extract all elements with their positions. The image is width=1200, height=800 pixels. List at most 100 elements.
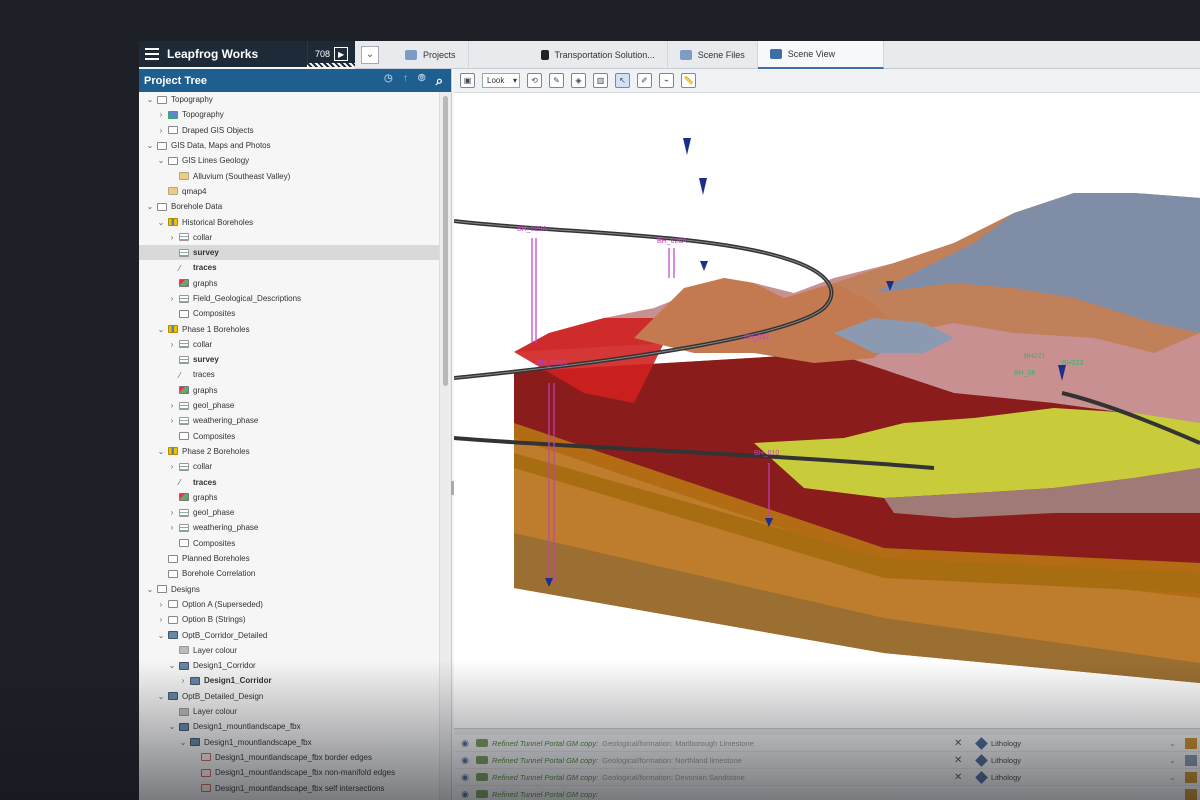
- chevron-down-icon[interactable]: ⌄: [167, 722, 177, 731]
- tree-item[interactable]: survey: [139, 352, 439, 367]
- chevron-right-icon[interactable]: ›: [167, 340, 177, 349]
- eye-icon[interactable]: ◉: [454, 738, 476, 749]
- tab-scene-view[interactable]: Scene View: [757, 41, 884, 69]
- play-icon[interactable]: ▶: [334, 47, 349, 61]
- rotate-icon[interactable]: ⟲: [527, 73, 542, 88]
- tree-item[interactable]: › collar: [139, 337, 439, 352]
- close-icon[interactable]: ✕: [954, 738, 962, 749]
- scene-settings-icon[interactable]: ▣: [460, 73, 475, 88]
- color-swatch[interactable]: [1185, 754, 1197, 766]
- chevron-down-icon[interactable]: ⌄: [156, 692, 166, 701]
- tree-item[interactable]: ⌄ Topography: [139, 92, 439, 107]
- shape-list-row[interactable]: ◉ Refined Tunnel Portal GM copy: Geologica…: [454, 752, 1200, 769]
- chevron-right-icon[interactable]: ›: [167, 294, 177, 303]
- property-dropdown[interactable]: Lithology: [975, 770, 1021, 784]
- tree-item[interactable]: › collar: [139, 459, 439, 474]
- filter-icon[interactable]: ⦾: [418, 73, 426, 89]
- eye-icon[interactable]: ◉: [454, 755, 476, 766]
- scene-divider[interactable]: [454, 728, 1200, 735]
- menu-icon[interactable]: [145, 48, 159, 60]
- tree-item[interactable]: Composites: [139, 306, 439, 321]
- shape-list-row[interactable]: ◉ Refined Tunnel Portal GM copy:: [454, 786, 1200, 800]
- tree-item[interactable]: ⁄ traces: [139, 260, 439, 275]
- tree-item[interactable]: › Option B (Strings): [139, 612, 439, 627]
- shape-list-row[interactable]: ◉ Refined Tunnel Portal GM copy: Geologica…: [454, 735, 1200, 752]
- property-dropdown[interactable]: Lithology: [975, 736, 1021, 750]
- borehole-label[interactable]: BH223: [1062, 360, 1084, 367]
- chevron-down-icon[interactable]: ⌄: [145, 585, 155, 594]
- borehole-label[interactable]: BH_029A: [517, 226, 547, 233]
- chevron-down-icon[interactable]: ⌄: [178, 738, 188, 747]
- tree-item[interactable]: › Draped GIS Objects: [139, 123, 439, 138]
- tree-item[interactable]: ⌄ GIS Lines Geology: [139, 153, 439, 168]
- tab-transportation-solution[interactable]: Transportation Solution...: [529, 41, 668, 69]
- search-icon[interactable]: ⌕: [436, 73, 443, 89]
- shape-list-row[interactable]: ◉ Refined Tunnel Portal GM copy: Geologica…: [454, 769, 1200, 786]
- tree-item[interactable]: ⌄ OptB_Corridor_Detailed: [139, 627, 439, 642]
- tree-item[interactable]: ⌄ Phase 2 Boreholes: [139, 444, 439, 459]
- draw-icon[interactable]: ✎: [549, 73, 564, 88]
- tree-item[interactable]: ⌄ GIS Data, Maps and Photos: [139, 138, 439, 153]
- tree-item[interactable]: Design1_mountlandscape_fbx self intersec…: [139, 780, 439, 795]
- tree-item[interactable]: › collar: [139, 230, 439, 245]
- tree-item[interactable]: Alluvium (Southeast Valley): [139, 168, 439, 183]
- tree-item[interactable]: Layer colour: [139, 704, 439, 719]
- chevron-down-icon[interactable]: ⌄: [145, 95, 155, 104]
- borehole-label[interactable]: BH_035A: [537, 360, 567, 367]
- tree-item[interactable]: Planned Boreholes: [139, 551, 439, 566]
- tree-item[interactable]: ⌄ Designs: [139, 582, 439, 597]
- chevron-right-icon[interactable]: ›: [167, 401, 177, 410]
- chevron-down-icon[interactable]: ⌄: [156, 631, 166, 640]
- chevron-down-icon[interactable]: ⌄: [1169, 739, 1176, 748]
- tree-item[interactable]: survey: [139, 244, 439, 261]
- chevron-right-icon[interactable]: ›: [167, 508, 177, 517]
- 3d-scene[interactable]: BH_029A BH_026A BH_035A BH_012 BH_010 BH…: [454, 93, 1200, 728]
- eye-icon[interactable]: ◉: [454, 789, 476, 800]
- chevron-right-icon[interactable]: ›: [156, 600, 166, 609]
- chevron-down-icon[interactable]: ⌄: [156, 218, 166, 227]
- tab-projects[interactable]: Projects: [393, 41, 469, 69]
- close-icon[interactable]: ✕: [954, 755, 962, 766]
- borehole-label[interactable]: BH221: [1024, 353, 1046, 360]
- tree-item[interactable]: ⌄ Historical Boreholes: [139, 214, 439, 229]
- tree-item[interactable]: Design1_mountlandscape_fbx border edges: [139, 750, 439, 765]
- chevron-right-icon[interactable]: ›: [156, 110, 166, 119]
- borehole-label[interactable]: BH_06: [1014, 370, 1036, 377]
- tree-item[interactable]: graphs: [139, 276, 439, 291]
- tree-item[interactable]: › weathering_phase: [139, 520, 439, 535]
- polyline-icon[interactable]: ⌁: [659, 73, 674, 88]
- chevron-down-icon[interactable]: ⌄: [145, 141, 155, 150]
- tree-item[interactable]: Borehole Correlation: [139, 566, 439, 581]
- chevron-down-icon[interactable]: ⌄: [167, 661, 177, 670]
- tree-item[interactable]: Layer colour: [139, 643, 439, 658]
- tree-item[interactable]: ⌄ Borehole Data: [139, 199, 439, 214]
- chevron-down-icon[interactable]: ⌄: [361, 45, 379, 64]
- ruler-icon[interactable]: 📏: [681, 73, 696, 88]
- chevron-down-icon[interactable]: ⌄: [156, 447, 166, 456]
- chevron-down-icon[interactable]: ⌄: [156, 325, 166, 334]
- chevron-down-icon[interactable]: ⌄: [1169, 773, 1176, 782]
- borehole-label[interactable]: BH_026A: [657, 238, 687, 245]
- color-swatch[interactable]: [1185, 788, 1197, 800]
- tree-item[interactable]: ⌄ Design1_mountlandscape_fbx: [139, 719, 439, 734]
- tree-item[interactable]: › geol_phase: [139, 398, 439, 413]
- tree-item[interactable]: graphs: [139, 383, 439, 398]
- slice-icon[interactable]: ◈: [571, 73, 586, 88]
- chevron-right-icon[interactable]: ›: [167, 416, 177, 425]
- chevron-down-icon[interactable]: ⌄: [156, 156, 166, 165]
- look-dropdown[interactable]: Look ▾: [482, 73, 520, 88]
- sort-icon[interactable]: ↑: [403, 73, 408, 89]
- split-view-icon[interactable]: ▥: [593, 73, 608, 88]
- tree-scrollbar[interactable]: [439, 92, 451, 800]
- tree-item[interactable]: › Design1_Corridor: [139, 673, 439, 688]
- property-dropdown[interactable]: Lithology: [975, 753, 1021, 767]
- tree-item[interactable]: › Topography: [139, 107, 439, 122]
- color-swatch[interactable]: [1185, 737, 1197, 749]
- tab-scene-files[interactable]: Scene Files: [668, 41, 758, 69]
- tree-item[interactable]: ⌄ Design1_mountlandscape_fbx: [139, 734, 439, 749]
- pen-icon[interactable]: ✐: [637, 73, 652, 88]
- scrollbar-thumb[interactable]: [443, 96, 448, 386]
- tree-item[interactable]: › geol_phase: [139, 505, 439, 520]
- select-cursor-icon[interactable]: ↖: [615, 73, 630, 88]
- chevron-right-icon[interactable]: ›: [156, 126, 166, 135]
